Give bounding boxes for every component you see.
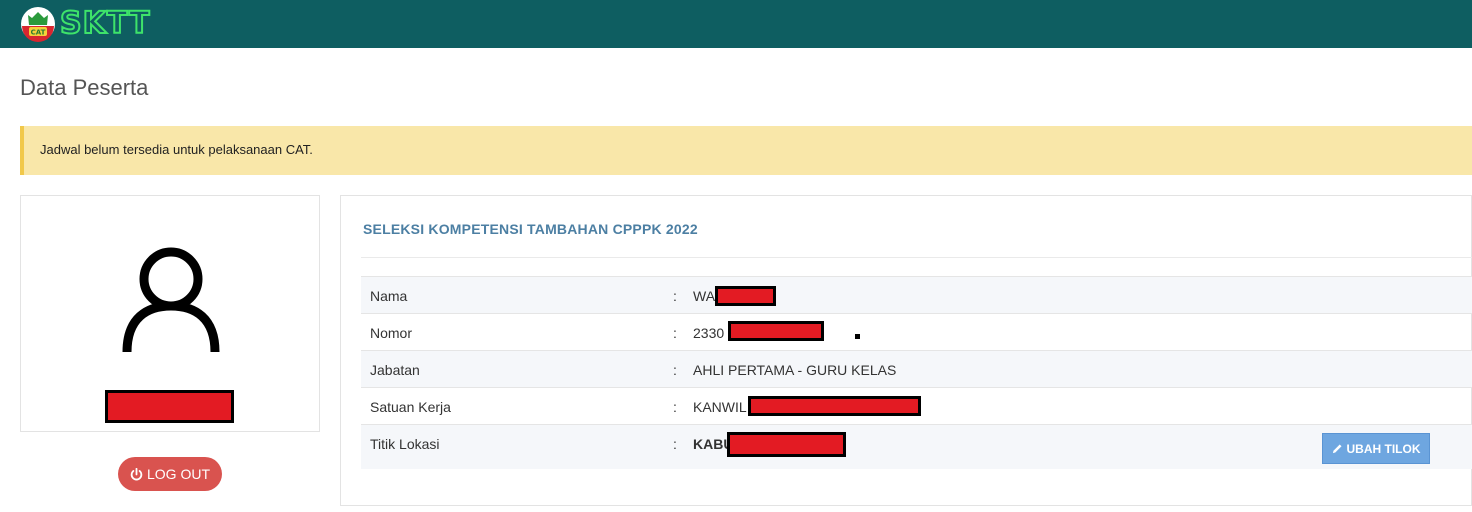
row-separator: : (673, 362, 677, 378)
table-row-titik-lokasi: Titik Lokasi : KABU UBAH TILOK (361, 424, 1472, 469)
redacted-value (748, 396, 921, 416)
logout-button[interactable]: LOG OUT (118, 457, 222, 491)
logo-badge-text: CAT (31, 29, 46, 37)
row-label: Jabatan (370, 362, 420, 378)
row-value: WA (693, 288, 716, 304)
divider (361, 257, 1472, 258)
ubah-tilok-label: UBAH TILOK (1346, 441, 1421, 456)
row-value: AHLI PERTAMA - GURU KELAS (693, 362, 897, 378)
participant-detail-card: SELEKSI KOMPETENSI TAMBAHAN CPPPK 2022 N… (340, 195, 1472, 506)
table-row-jabatan: Jabatan : AHLI PERTAMA - GURU KELAS (361, 350, 1472, 387)
ubah-tilok-button[interactable]: UBAH TILOK (1322, 433, 1430, 464)
table-row-satuan-kerja: Satuan Kerja : KANWIL (361, 387, 1472, 424)
redacted-value (727, 432, 846, 457)
row-label: Nomor (370, 325, 413, 341)
pencil-icon (1332, 444, 1342, 454)
schedule-alert: Jadwal belum tersedia untuk pelaksanaan … (20, 126, 1472, 175)
cat-emblem-icon: CAT (21, 7, 55, 42)
section-title: SELEKSI KOMPETENSI TAMBAHAN CPPPK 2022 (363, 221, 698, 237)
row-separator: : (673, 288, 677, 304)
row-label: Nama (370, 288, 408, 304)
row-value: 2330 (693, 325, 725, 341)
app-logo[interactable]: CAT SKTT (20, 5, 151, 42)
row-separator: : (673, 436, 677, 452)
redaction-mark (855, 334, 860, 339)
alert-message: Jadwal belum tersedia untuk pelaksanaan … (40, 142, 313, 157)
power-icon (130, 467, 143, 480)
redacted-participant-name (105, 390, 234, 423)
redacted-value (728, 321, 824, 341)
logout-label: LOG OUT (146, 466, 210, 482)
table-row-nomor: Nomor : 2330 (361, 313, 1472, 350)
row-separator: : (673, 325, 677, 341)
row-separator: : (673, 399, 677, 415)
row-label: Satuan Kerja (370, 399, 451, 415)
top-bar: CAT SKTT (0, 0, 1472, 48)
row-label: Titik Lokasi (370, 436, 440, 452)
logo-text: SKTT (59, 5, 151, 42)
user-icon (122, 247, 220, 353)
page-title: Data Peserta (20, 75, 149, 100)
row-value: KANWIL (693, 399, 747, 415)
redacted-value (715, 286, 776, 306)
participant-table: Nama : WA Nomor : 2330 Jabatan : AHLI PE… (361, 276, 1472, 469)
table-row-nama: Nama : WA (361, 276, 1472, 313)
profile-card (20, 195, 320, 432)
